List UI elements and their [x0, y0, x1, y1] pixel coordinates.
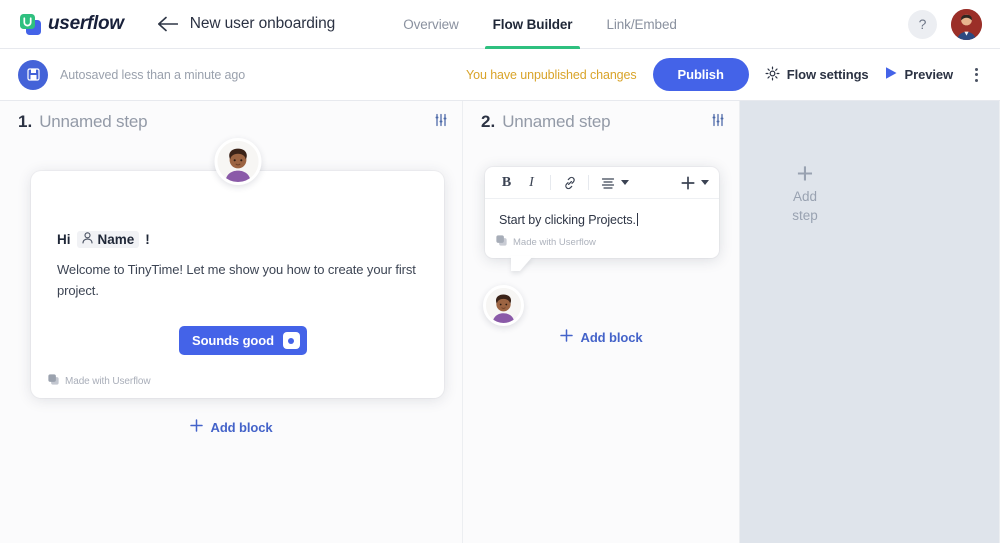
step-1-add-block-label: Add block	[210, 419, 273, 435]
plus-icon	[189, 419, 203, 435]
plus-icon: +	[796, 158, 814, 190]
avatar[interactable]	[951, 8, 982, 40]
unpublished-changes-label: You have unpublished changes	[466, 67, 637, 82]
greeting-prefix: Hi	[57, 232, 71, 247]
step-2-add-block[interactable]: Add block	[463, 329, 739, 345]
chevron-down-icon	[701, 180, 709, 185]
align-button[interactable]	[596, 171, 629, 194]
toolbar-divider	[550, 175, 551, 190]
gear-icon	[765, 66, 780, 84]
tab-overview[interactable]: Overview	[403, 0, 459, 49]
step-2-tooltip-card: B I Start by clicking Projects. Made wit…	[485, 167, 719, 271]
bold-button[interactable]: B	[495, 171, 518, 194]
step-2-editor-text[interactable]: Start by clicking Projects.	[485, 199, 719, 229]
align-icon	[596, 171, 619, 194]
add-step-label-line1: Add	[792, 189, 818, 204]
add-step-label-line2: step	[792, 208, 818, 223]
step-1-number: 1.	[18, 112, 33, 131]
step-2-text-value: Start by clicking Projects.	[499, 213, 636, 227]
step-1-body-text[interactable]: Welcome to TinyTime! Let me show you how…	[57, 259, 417, 301]
persona-avatar	[214, 138, 261, 185]
branding-footer: Made with Userflow	[48, 374, 151, 388]
text-cursor	[636, 213, 638, 226]
save-icon	[18, 59, 48, 90]
tab-link-embed[interactable]: Link/Embed	[606, 0, 676, 49]
flow-toolbar: Autosaved less than a minute ago You hav…	[0, 49, 1000, 101]
header-actions: ?	[908, 8, 982, 40]
step-2-add-block-label: Add block	[580, 329, 643, 345]
userflow-mini-icon	[496, 235, 507, 249]
help-button[interactable]: ?	[908, 9, 937, 39]
page-title: New user onboarding	[189, 15, 336, 32]
chevron-down-icon	[621, 180, 629, 185]
person-icon	[81, 232, 93, 247]
flow-settings-label: Flow settings	[786, 67, 869, 82]
insert-button[interactable]	[676, 171, 709, 194]
toolbar-actions: You have unpublished changes Publish Flo…	[466, 58, 984, 91]
add-step-column: + Add step	[740, 101, 1000, 543]
step-1-message-card: Hi Name ! Welcome to TinyTime! Let me sh…	[31, 138, 444, 398]
step-1-header: 1. Unnamed step	[0, 101, 462, 143]
sliders-icon[interactable]	[434, 113, 448, 132]
plus-icon	[676, 171, 699, 194]
sliders-icon[interactable]	[711, 113, 725, 132]
step-column-2: 2. Unnamed step B I Start by clicking Pr…	[463, 101, 740, 543]
step-2-number: 2.	[481, 112, 496, 131]
step-column-1: 1. Unnamed step Hi Name ! Welcome to Tin…	[0, 101, 463, 543]
userflow-logo-icon	[20, 13, 41, 35]
step-2-name[interactable]: Unnamed step	[502, 112, 610, 132]
variable-chip-name[interactable]: Name	[76, 231, 140, 248]
tab-flow-builder[interactable]: Flow Builder	[484, 0, 581, 49]
kebab-menu-icon[interactable]	[969, 64, 984, 86]
step-1-add-block[interactable]: Add block	[0, 419, 462, 435]
step-2-header: 2. Unnamed step	[463, 101, 739, 143]
logo-text: userflow	[48, 13, 124, 34]
arrow-left-icon[interactable]	[156, 12, 180, 36]
greeting-suffix: !	[145, 232, 150, 247]
app-logo[interactable]: userflow	[20, 13, 124, 35]
sounds-good-label: Sounds good	[192, 333, 274, 348]
link-icon[interactable]	[558, 171, 581, 194]
branding-footer: Made with Userflow	[485, 229, 719, 258]
flow-canvas: 1. Unnamed step Hi Name ! Welcome to Tin…	[0, 101, 1000, 543]
flow-settings-button[interactable]: Flow settings	[765, 66, 869, 84]
connector-port[interactable]	[282, 332, 300, 349]
app-header: userflow New user onboarding Overview Fl…	[0, 0, 1000, 49]
preview-label: Preview	[904, 67, 954, 82]
variable-chip-label: Name	[97, 232, 135, 247]
persona-avatar	[483, 285, 524, 326]
plus-icon	[559, 329, 573, 345]
preview-button[interactable]: Preview	[885, 66, 953, 83]
publish-button[interactable]: Publish	[652, 58, 749, 91]
tooltip-tail	[511, 256, 533, 271]
branding-label: Made with Userflow	[65, 375, 151, 387]
greeting-line: Hi Name !	[57, 231, 150, 248]
play-icon	[885, 66, 898, 83]
toolbar-divider	[588, 175, 589, 190]
step-1-name[interactable]: Unnamed step	[39, 112, 147, 132]
add-step-button[interactable]: + Add step	[766, 158, 844, 225]
sounds-good-button[interactable]: Sounds good	[179, 326, 307, 355]
autosave-status: Autosaved less than a minute ago	[60, 67, 246, 82]
main-tabs: Overview Flow Builder Link/Embed	[403, 0, 677, 49]
italic-button[interactable]: I	[520, 171, 543, 194]
userflow-mini-icon	[48, 374, 59, 388]
rich-text-toolbar: B I	[485, 167, 719, 199]
branding-label: Made with Userflow	[513, 236, 596, 248]
